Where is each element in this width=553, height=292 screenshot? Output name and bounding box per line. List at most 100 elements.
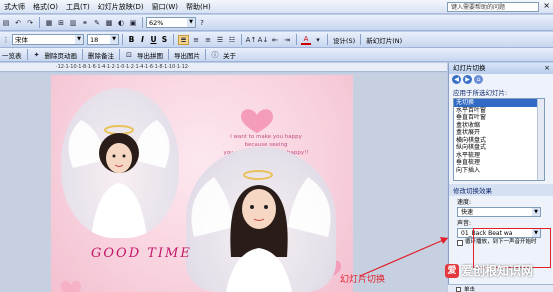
shadow-button[interactable]: S — [159, 35, 170, 44]
numbering-icon[interactable]: ☰ — [215, 35, 225, 45]
list-item[interactable]: 盒状收缩 — [454, 122, 544, 130]
toolbar-separator — [168, 49, 169, 60]
puzzle-icon: ⊡ — [126, 50, 132, 59]
list-item[interactable]: 纵向棋盘式 — [454, 144, 544, 152]
home-icon[interactable]: ⌂ — [474, 75, 483, 84]
toolbar-separator — [122, 34, 123, 45]
loop-checkbox[interactable] — [457, 240, 463, 246]
back-icon[interactable]: ◀ — [452, 75, 461, 84]
transition-list[interactable]: 无切换 水平百叶窗 垂直百叶窗 盒状收缩 盒状展开 横向棋盘式 纵向棋盘式 水平… — [453, 98, 545, 181]
chevron-down-icon[interactable]: ▼ — [187, 18, 195, 27]
toolbar-separator — [26, 49, 28, 60]
speed-select[interactable]: 快速 ▼ — [457, 207, 541, 217]
horizontal-ruler: ·12·1·10·1·8·1·6·1·4·1·2·1·0·1·2·1·4·1·6… — [0, 63, 447, 72]
close-icon[interactable]: × — [544, 63, 550, 74]
color-icon[interactable]: ◐ — [116, 18, 126, 28]
animation-icon: ✦ — [33, 50, 40, 59]
zoom-select[interactable]: 62% ▼ — [146, 17, 196, 28]
align-center-icon[interactable]: ≡ — [191, 35, 201, 45]
menu-item-window[interactable]: 窗口(W) — [148, 2, 182, 12]
grid-icon[interactable]: ▩ — [104, 18, 114, 28]
toolbar-separator — [327, 34, 328, 45]
font-size-select[interactable]: 18 ▼ — [87, 34, 119, 45]
sound-label: 声音: — [457, 220, 472, 227]
good-time-title: GOOD TIME — [91, 246, 192, 261]
increase-font-icon[interactable]: A↑ — [246, 35, 257, 45]
click-label: 单击 — [464, 286, 476, 292]
toolbar-separator — [82, 49, 83, 60]
indent-icon[interactable]: ⇤ — [270, 35, 280, 45]
list-item[interactable]: 盒状展开 — [454, 129, 544, 137]
underline-button[interactable]: U — [148, 35, 159, 44]
watermark-text: 爱创根知识网 — [461, 264, 534, 278]
delete-notes-button[interactable]: 删除备注 — [86, 50, 116, 60]
menu-item-slideshow[interactable]: 幻灯片放映(D) — [94, 2, 148, 12]
ruler-scale: ·12·1·10·1·8·1·6·1·4·1·2·1·0·1·2·1·4·1·6… — [56, 64, 190, 70]
toolbar-separator — [360, 34, 362, 45]
about-button[interactable]: 关于 — [221, 50, 238, 60]
list-item[interactable]: 无切换 — [454, 99, 544, 107]
drawing-icon[interactable]: ✎ — [92, 18, 102, 28]
font-name-value: 宋体 — [15, 36, 28, 44]
paste-icon[interactable]: ▤ — [1, 18, 11, 28]
new-slide-button[interactable]: 新幻灯片(N) — [364, 35, 404, 45]
align-left-icon[interactable]: ≡ — [178, 34, 189, 45]
list-item[interactable]: 横向棋盘式 — [454, 137, 544, 145]
list-item[interactable]: 垂直百叶窗 — [454, 114, 544, 122]
columns-icon[interactable]: ▥ — [68, 18, 78, 28]
expand-icon[interactable]: ▣ — [128, 18, 138, 28]
list-item[interactable]: 垂直梳理 — [454, 159, 544, 167]
angel-girl-photo-1 — [61, 88, 179, 238]
font-color-icon[interactable]: A — [301, 35, 311, 45]
overview-button[interactable]: 一览表 — [0, 50, 24, 60]
menu-item-tools-master[interactable]: 式大师 — [0, 2, 29, 12]
delete-animation-button[interactable]: 删除页动画 — [43, 50, 80, 60]
design-button[interactable]: 设计(S) — [331, 35, 357, 45]
toolbar-separator — [119, 49, 120, 60]
watermark-logo-icon: 爱 — [445, 263, 459, 278]
help-search-input[interactable]: 键入需要帮助的问题 — [447, 2, 539, 12]
decrease-font-icon[interactable]: A↓ — [258, 35, 269, 45]
list-scrollbar[interactable] — [537, 99, 544, 180]
bullets-icon[interactable]: ☷ — [227, 35, 237, 45]
list-item[interactable]: 水平梳理 — [454, 152, 544, 160]
list-item[interactable]: 向下插入 — [454, 167, 544, 175]
align-right-icon[interactable]: ≡ — [203, 35, 213, 45]
export-image-button[interactable]: 导出图片 — [172, 50, 202, 60]
table-icon[interactable]: ⊞ — [56, 18, 66, 28]
menu-item-format[interactable]: 格式(O) — [29, 2, 62, 12]
help-icon[interactable]: ? — [197, 18, 207, 28]
modify-section-header: 修改切换效果 — [449, 184, 553, 196]
chevron-down-icon[interactable]: ▼ — [75, 35, 83, 44]
formatting-toolbar: ⋮ 宋体 ▼ 18 ▼ B I U S ≡ ≡ ≡ ☰ ☷ A↑ A↓ ⇤ ⇥ … — [0, 32, 553, 48]
pane-title-bar: 幻灯片切换 × — [449, 63, 553, 74]
plugin-toolbar: 一览表 ✦ 删除页动画 删除备注 ⊡ 导出拼图 导出图片 ⓘ 关于 — [0, 48, 553, 62]
chart-icon[interactable]: ▦ — [44, 18, 54, 28]
italic-button[interactable]: I — [137, 35, 148, 44]
speed-value: 快速 — [461, 209, 474, 216]
menu-item-help[interactable]: 帮助(H) — [182, 2, 215, 12]
bold-button[interactable]: B — [126, 35, 137, 44]
chevron-down-icon[interactable]: ▾ — [313, 35, 323, 45]
watermark: 爱 爱创根知识网 — [445, 262, 533, 279]
hyperlink-icon[interactable]: ⚭ — [80, 18, 90, 28]
slide-workarea: I want to make you happy because seeing … — [0, 73, 447, 292]
click-checkbox[interactable] — [456, 286, 461, 292]
export-puzzle-button[interactable]: 导出拼图 — [135, 50, 165, 60]
slide-canvas[interactable]: I want to make you happy because seeing … — [51, 75, 353, 292]
chevron-down-icon[interactable]: ▼ — [532, 208, 540, 216]
chevron-down-icon[interactable]: ▼ — [110, 35, 118, 44]
outdent-icon[interactable]: ⇥ — [282, 35, 292, 45]
menu-item-tools[interactable]: 工具(T) — [62, 2, 94, 12]
toolbar-separator — [205, 49, 206, 60]
forward-icon[interactable]: ▶ — [463, 75, 472, 84]
pane-nav: ◀ ▶ ⌂ — [449, 74, 553, 85]
close-icon[interactable]: × — [543, 1, 550, 10]
font-name-select[interactable]: 宋体 ▼ — [12, 34, 84, 45]
redo-icon[interactable]: ↷ — [25, 18, 35, 28]
toolbar-separator — [39, 17, 40, 28]
undo-icon[interactable]: ↶ — [13, 18, 23, 28]
toolbar-grip-icon: ⋮ — [2, 35, 10, 44]
poem-line: I want to make you happy — [230, 134, 302, 140]
list-item[interactable]: 水平百叶窗 — [454, 107, 544, 115]
